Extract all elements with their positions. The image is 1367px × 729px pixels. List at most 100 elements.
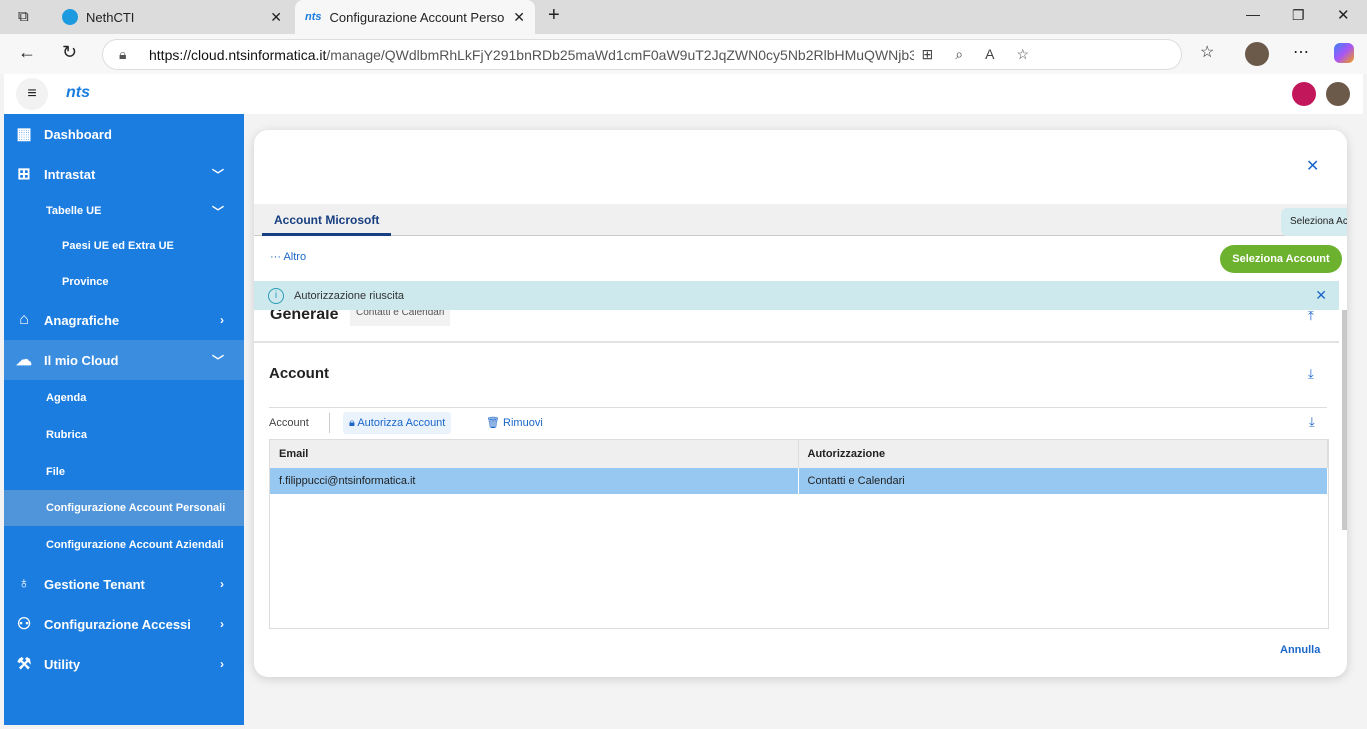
- label: Intrastat: [44, 166, 96, 182]
- apps-icon[interactable]: [1292, 82, 1316, 106]
- cloud-icon: ☁: [16, 352, 32, 369]
- cancel-button[interactable]: Annulla: [1280, 644, 1320, 656]
- browser-tab-nethcti[interactable]: NethCTI ✕: [52, 0, 292, 34]
- lock-icon: 🔒︎: [119, 46, 127, 62]
- close-tab-icon[interactable]: ✕: [270, 9, 282, 26]
- nethcti-favicon-icon: [62, 9, 78, 25]
- url-input[interactable]: 🔒︎ https://cloud.ntsinformatica.it/manag…: [102, 39, 1182, 70]
- chevron-right-icon: ›: [220, 617, 224, 631]
- favorites-icon[interactable]: ☆: [1200, 42, 1214, 62]
- url-actions-icon[interactable]: ⊞⌕A☆: [913, 46, 1051, 63]
- trash-icon: 🗑︎: [486, 417, 504, 429]
- sidebar-item-tabelle-ue[interactable]: Tabelle UE ﹀: [4, 194, 244, 228]
- divider: [254, 341, 1339, 343]
- wrench-icon: ⚒: [16, 656, 32, 673]
- sidebar-item-file[interactable]: File: [4, 453, 244, 490]
- profile-avatar[interactable]: [1245, 42, 1269, 66]
- label: Utility: [44, 656, 81, 672]
- url-host: https://cloud.ntsinformatica.it: [149, 46, 327, 63]
- app-logo[interactable]: nts: [66, 84, 90, 102]
- browser-tab-bar: ⧉ NethCTI ✕ nts Configurazione Account P…: [0, 0, 1367, 34]
- label: Anagrafiche: [44, 312, 120, 328]
- new-tab-button[interactable]: +: [548, 4, 560, 27]
- sidebar-item-account-aziendali[interactable]: Configurazione Account Aziendali: [4, 526, 244, 563]
- info-notification: i Autorizzazione riuscita ✕: [254, 281, 1339, 310]
- section-title-account: Account: [269, 365, 329, 382]
- label: Rimuovi: [503, 417, 543, 429]
- sidebar-item-paesi[interactable]: Paesi UE ed Extra UE: [4, 228, 244, 264]
- browser-tab-active[interactable]: nts Configurazione Account Personali ✕: [295, 0, 535, 34]
- menu-icon[interactable]: ≡: [16, 78, 48, 110]
- url-path: /manage/QWdlbmRhLkFjY291bnRDb25maWd1cmF0…: [326, 46, 1016, 63]
- sidebar-item-rubrica[interactable]: Rubrica: [4, 416, 244, 453]
- bulb-icon: ♁: [18, 575, 30, 592]
- sidebar: ▦ Dashboard ⊞ Intrastat ﹀ Tabelle UE ﹀ Paesi…: [4, 114, 244, 725]
- chevron-down-icon: ﹀: [211, 204, 224, 219]
- accounts-grid: Email Autorizzazione f.filippucci@ntsinfo…: [269, 439, 1329, 629]
- label: Configurazione Account Personali: [46, 502, 226, 514]
- ellipsis-icon: ···: [270, 251, 284, 263]
- workspaces-icon[interactable]: ⧉: [18, 8, 29, 25]
- user-avatar[interactable]: [1326, 82, 1350, 106]
- label: Altro: [283, 251, 307, 263]
- cell-email[interactable]: f.filippucci@ntsinformatica.it: [270, 468, 799, 494]
- divider: [269, 407, 1327, 408]
- sidebar-item-dashboard[interactable]: ▦ Dashboard: [4, 114, 244, 154]
- tab-label: Configurazione Account Personali: [329, 9, 505, 25]
- close-window-button[interactable]: ✕: [1337, 6, 1350, 24]
- select-account-button[interactable]: Seleziona Account: [1220, 245, 1342, 273]
- label: Autorizza Account: [357, 417, 446, 429]
- column-email[interactable]: Email: [270, 440, 799, 468]
- more-icon[interactable]: ⋯: [1293, 42, 1309, 62]
- label: Paesi UE ed Extra UE: [62, 240, 174, 252]
- authorize-account-button[interactable]: 🔒︎ Autorizza Account: [343, 412, 452, 434]
- cell-auth[interactable]: Contatti e Calendari: [798, 468, 1328, 494]
- info-text: Autorizzazione riuscita: [294, 289, 405, 302]
- sidebar-item-province[interactable]: Province: [4, 264, 244, 300]
- expand-icon[interactable]: ⤒: [1308, 308, 1314, 324]
- minimize-button[interactable]: —: [1246, 6, 1260, 22]
- scrollbar[interactable]: [1342, 310, 1347, 530]
- sidebar-item-configurazione-accessi[interactable]: ⚇ Configurazione Accessi ›: [4, 604, 244, 644]
- table-row[interactable]: f.filippucci@ntsinformatica.it Contatti e…: [270, 468, 1328, 494]
- tooltip: Seleziona Account: [1281, 208, 1347, 236]
- more-button[interactable]: ··· Altro: [270, 251, 306, 263]
- sidebar-item-il-mio-cloud[interactable]: ☁ Il mio Cloud ﹀: [4, 340, 244, 380]
- tab-bar: Account Microsoft: [254, 204, 1347, 236]
- sidebar-item-account-personali[interactable]: Configurazione Account Personali: [4, 490, 244, 526]
- restore-button[interactable]: ❐: [1292, 7, 1305, 24]
- label: Configurazione Account Aziendali: [46, 538, 224, 551]
- download-icon[interactable]: ⤓: [1309, 414, 1315, 430]
- sidebar-item-agenda[interactable]: Agenda: [4, 380, 244, 416]
- sidebar-item-intrastat[interactable]: ⊞ Intrastat ﹀: [4, 154, 244, 194]
- toolbar-label: Account: [269, 417, 309, 429]
- close-tab-icon[interactable]: ✕: [513, 9, 525, 26]
- refresh-icon[interactable]: ↻: [62, 42, 77, 63]
- back-icon[interactable]: ←: [18, 42, 36, 63]
- chevron-right-icon: ›: [220, 577, 224, 591]
- divider: [329, 413, 330, 433]
- grid-icon: ⊞: [17, 166, 31, 183]
- chevron-down-icon: ﹀: [211, 353, 224, 368]
- contacts-icon: ⌂: [19, 311, 29, 328]
- label: Il mio Cloud: [44, 352, 119, 368]
- user-key-icon: ⚇: [16, 616, 32, 633]
- label: Agenda: [46, 392, 87, 404]
- close-dialog-button[interactable]: ✕: [1306, 156, 1319, 176]
- sidebar-item-anagrafiche[interactable]: ⌂ Anagrafiche ›: [4, 300, 244, 340]
- chevron-right-icon: ›: [220, 657, 224, 671]
- tab-account-microsoft[interactable]: Account Microsoft: [262, 204, 392, 236]
- dashboard-icon: ▦: [16, 126, 32, 143]
- label: Configurazione Accessi: [44, 616, 191, 632]
- collapse-icon[interactable]: ⤓: [1308, 366, 1314, 382]
- label: Tabelle UE: [46, 205, 102, 217]
- app-header: ≡ nts: [4, 74, 1363, 114]
- copilot-icon[interactable]: [1334, 43, 1354, 63]
- sidebar-item-utility[interactable]: ⚒ Utility ›: [4, 644, 244, 684]
- column-autorizzazione[interactable]: Autorizzazione: [798, 440, 1328, 468]
- chevron-right-icon: ›: [220, 313, 224, 327]
- remove-button[interactable]: 🗑︎ Rimuovi: [486, 412, 543, 434]
- chevron-down-icon: ﹀: [211, 167, 224, 182]
- close-notification-icon[interactable]: ✕: [1315, 287, 1327, 304]
- sidebar-item-gestione-tenant[interactable]: ♁ Gestione Tenant ›: [4, 564, 244, 604]
